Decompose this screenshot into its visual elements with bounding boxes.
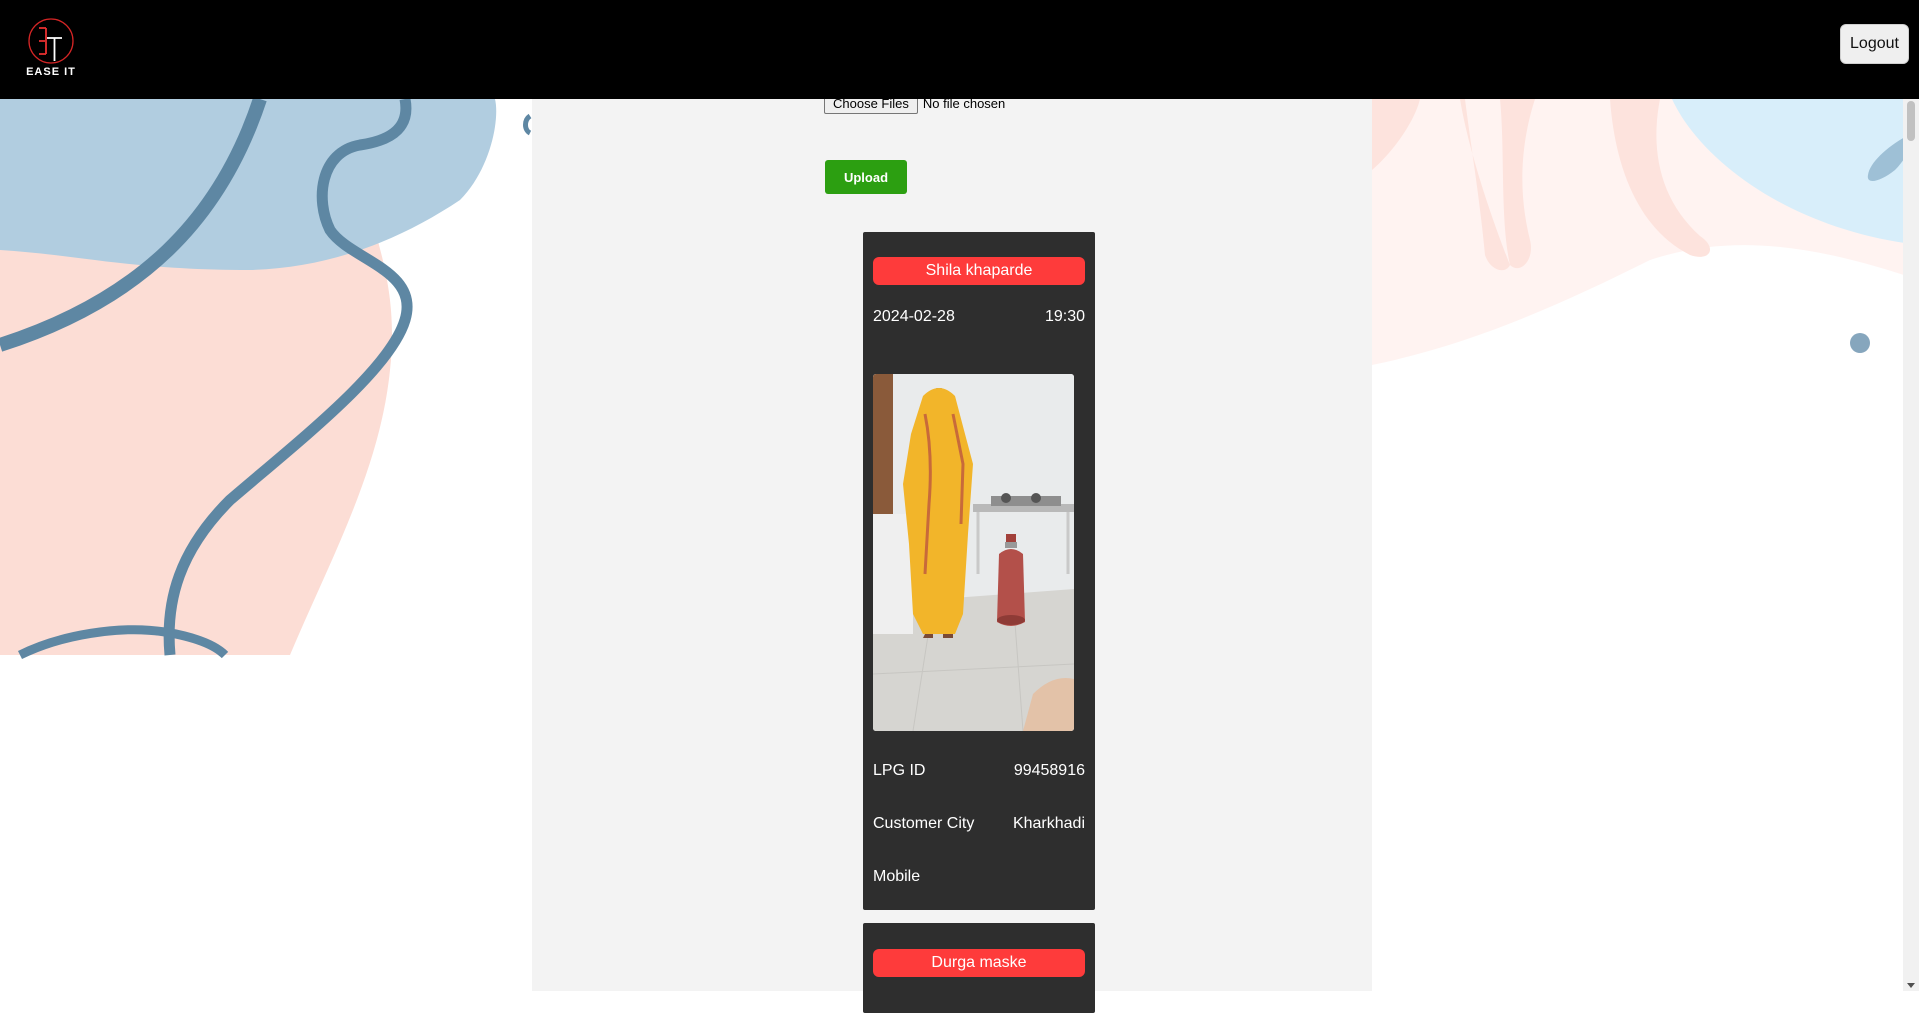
photo-image — [873, 374, 1074, 731]
mobile-label: Mobile — [873, 868, 921, 885]
lpg-id-row: LPG ID 99458916 — [873, 760, 1085, 782]
top-navigation-bar: EASE IT Logout — [0, 0, 1919, 99]
datetime-row: 2024-02-28 19:30 — [873, 306, 1085, 328]
logo-text: EASE IT — [26, 66, 76, 78]
customer-city-label: Customer City — [873, 815, 975, 832]
customer-city-row: Customer City Kharkhadi — [873, 813, 1085, 835]
customer-card[interactable]: Durga maske — [863, 923, 1095, 1013]
logo-icon — [28, 18, 74, 64]
ease-it-logo[interactable]: EASE IT — [22, 16, 80, 82]
delivery-time: 19:30 — [1044, 308, 1085, 325]
mobile-row: Mobile — [873, 866, 1085, 888]
customer-photo[interactable] — [873, 374, 1074, 731]
customer-city-value: Kharkhadi — [1012, 815, 1085, 832]
customer-name-badge: Durga maske — [873, 949, 1085, 977]
upload-button[interactable]: Upload — [825, 160, 907, 194]
customer-card[interactable]: Shila khaparde 2024-02-28 19:30 LPG ID 9… — [863, 232, 1095, 910]
logout-button[interactable]: Logout — [1840, 24, 1909, 64]
delivery-date: 2024-02-28 — [873, 308, 955, 325]
lpg-id-label: LPG ID — [873, 762, 926, 779]
customer-name-badge: Shila khaparde — [873, 257, 1085, 285]
lpg-id-value: 99458916 — [1013, 762, 1085, 779]
main-panel: Choose Files No file chosen Upload Shila… — [532, 92, 1372, 1013]
